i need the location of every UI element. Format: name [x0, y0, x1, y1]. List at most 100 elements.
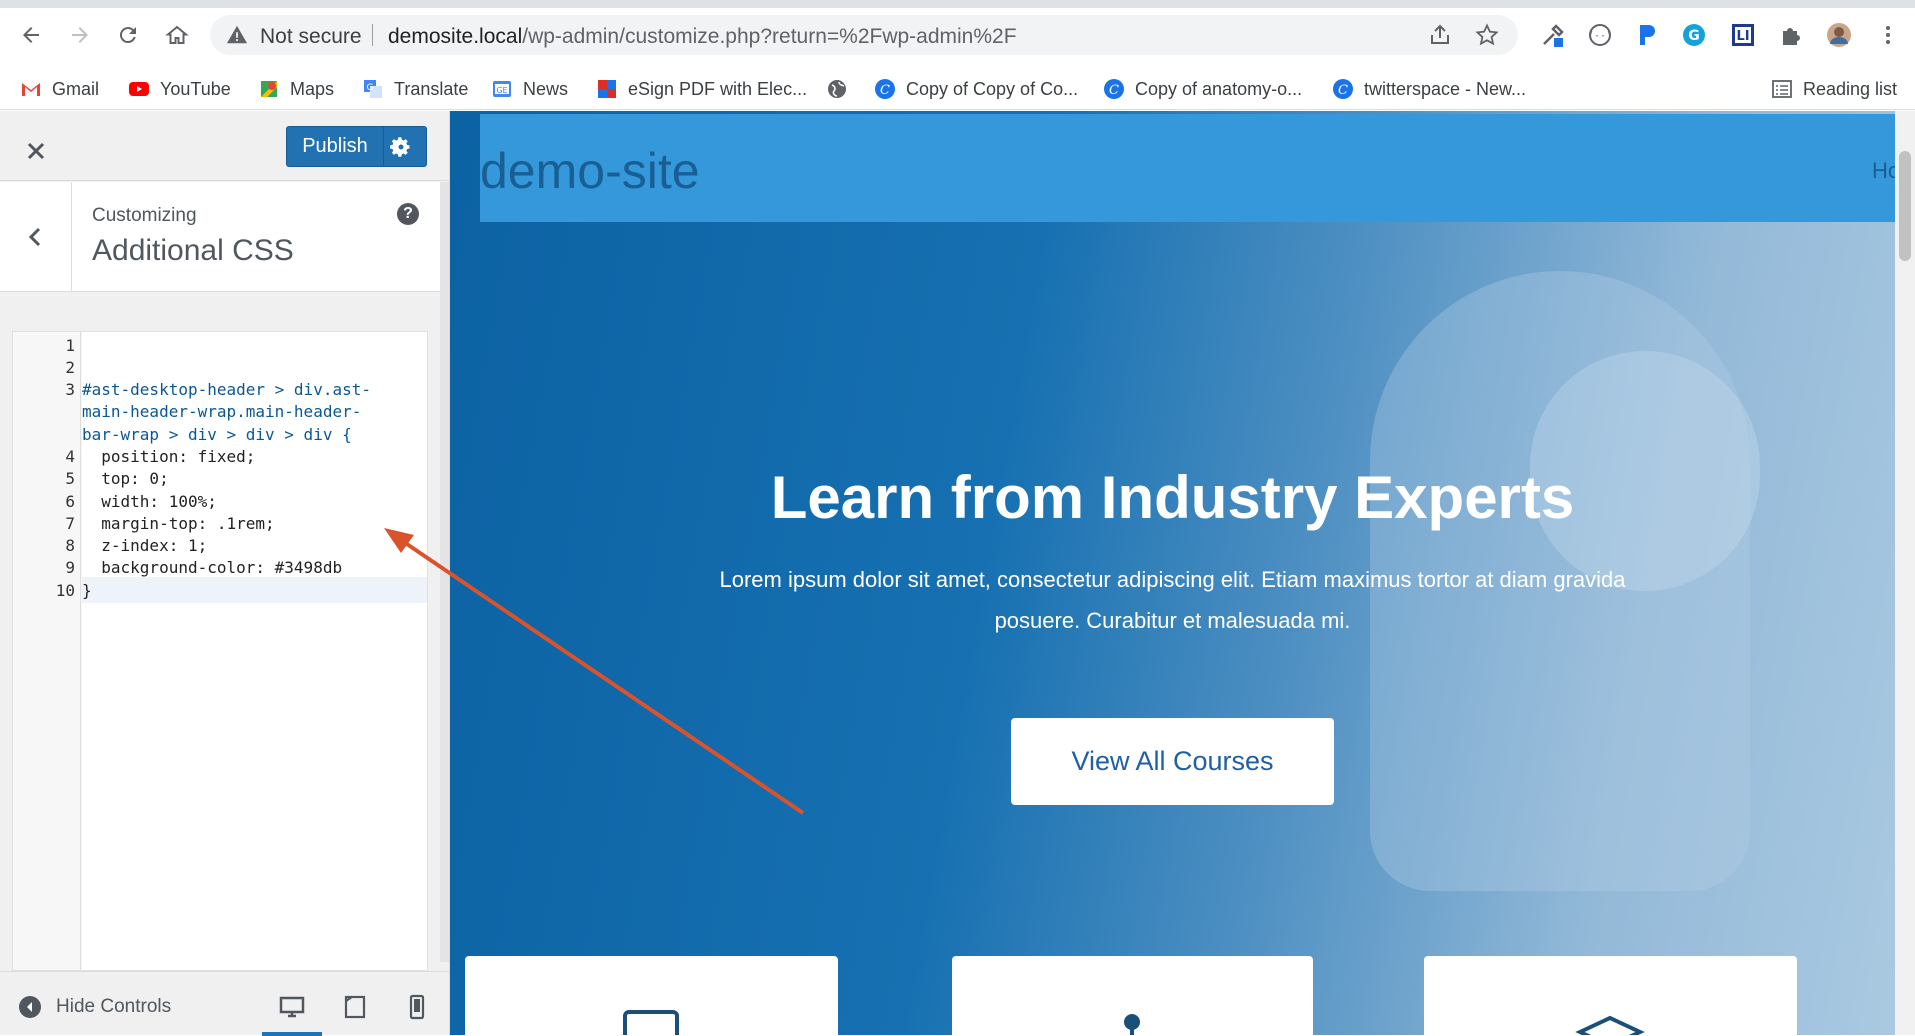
grammarly-icon[interactable]: G	[1681, 22, 1707, 48]
browser-menu-icon[interactable]	[1875, 22, 1901, 48]
feature-card[interactable]	[952, 956, 1313, 1035]
gear-icon[interactable]	[389, 135, 413, 159]
line-number: 2	[65, 358, 75, 377]
scrollbar-thumb[interactable]	[1899, 151, 1911, 261]
profile-avatar[interactable]	[1826, 22, 1852, 48]
maps-icon	[258, 78, 280, 100]
site-title[interactable]: demo-site	[480, 142, 700, 200]
bookmark-gmail[interactable]: Gmail	[20, 76, 99, 102]
p-extension-icon[interactable]	[1634, 22, 1660, 48]
bookmark-maps[interactable]: Maps	[258, 76, 334, 102]
address-bar[interactable]: Not secure demosite.local/wp-admin/custo…	[210, 15, 1518, 55]
bookmark-label: Copy of Copy of Co...	[906, 78, 1079, 99]
code-line-declaration: margin-top: .1rem;	[82, 514, 275, 533]
sidebar-scrollbar[interactable]	[440, 182, 449, 962]
section-header: Customizing Additional CSS ?	[0, 182, 440, 292]
youtube-icon	[128, 78, 150, 100]
line-number: 7	[65, 514, 75, 533]
bookmark-label: Copy of anatomy-o...	[1135, 78, 1303, 99]
line-number: 1	[65, 336, 75, 355]
svg-text:C: C	[1109, 83, 1119, 98]
publish-button[interactable]: Publish	[287, 127, 383, 166]
hero-title: Learn from Industry Experts	[770, 464, 1575, 531]
code-line-selector: bar-wrap > div > div > div {	[82, 425, 352, 444]
svg-text:G: G	[1688, 28, 1700, 44]
hide-controls-button[interactable]: Hide Controls	[18, 994, 171, 1020]
nav-home-link[interactable]: Home	[1872, 158, 1895, 184]
code-line-declaration: width: 100%;	[82, 492, 217, 511]
bookmark-twitterspace[interactable]: C twitterspace - New...	[1332, 76, 1526, 102]
eyedropper-extension-icon[interactable]	[1540, 22, 1566, 48]
bookmark-label: twitterspace - New...	[1364, 78, 1527, 99]
browser-toolbar: Not secure demosite.local/wp-admin/custo…	[0, 0, 1915, 68]
site-header-bar: demo-site Home	[480, 114, 1895, 222]
bookmark-youtube[interactable]: YouTube	[128, 76, 231, 102]
bookmark-star-icon[interactable]	[1475, 23, 1499, 47]
bookmark-label: YouTube	[160, 78, 231, 99]
back-arrow-icon	[23, 27, 39, 43]
forward-button[interactable]	[63, 18, 97, 52]
security-label: Not secure	[260, 25, 362, 48]
reload-icon	[119, 27, 136, 44]
bookmarks-bar: Gmail YouTube Maps G Translate GE News e…	[0, 68, 1915, 110]
back-to-panel-button[interactable]	[0, 182, 72, 292]
bookmark-news[interactable]: GE News	[491, 76, 568, 102]
line-number: 8	[65, 536, 75, 555]
bookmark-globe[interactable]	[826, 76, 848, 102]
mobile-icon	[409, 994, 425, 1020]
warning-triangle-icon	[226, 25, 248, 44]
bookmark-label: News	[523, 78, 569, 99]
address-separator	[372, 24, 373, 46]
svg-text:GE: GE	[496, 86, 507, 95]
share-icon[interactable]	[1428, 23, 1452, 47]
forward-arrow-icon	[72, 27, 88, 43]
pin-icon	[1124, 1014, 1140, 1035]
publish-button-group: Publish	[286, 126, 427, 167]
code-area[interactable]: #ast-desktop-header > div.ast- main-head…	[82, 332, 427, 970]
bookmark-copy-of-copy[interactable]: C Copy of Copy of Co...	[874, 76, 1078, 102]
desktop-preview-button[interactable]	[277, 992, 307, 1022]
svg-text:G: G	[367, 83, 374, 93]
desktop-icon	[279, 996, 305, 1018]
bookmark-esign[interactable]: eSign PDF with Elec...	[596, 76, 807, 102]
code-extension-icon[interactable]: (··)	[1587, 22, 1613, 48]
esign-icon	[596, 78, 618, 100]
chevron-left-icon	[28, 227, 40, 247]
line-number: 4	[65, 447, 75, 466]
code-line-selector: main-header-wrap.main-header-	[82, 402, 362, 421]
css-code-editor[interactable]: 1 2 3 4 5 6 7 8 9 10 #ast-desktop-header…	[12, 331, 428, 971]
extensions-puzzle-icon[interactable]	[1778, 22, 1804, 48]
customizer-header: Publish	[0, 111, 449, 181]
publish-divider	[383, 127, 384, 166]
preview-scrollbar[interactable]	[1895, 111, 1915, 1035]
url-text: demosite.local/wp-admin/customize.php?re…	[388, 25, 1017, 49]
bookmark-label: Gmail	[52, 78, 100, 99]
li-extension-icon[interactable]: LI	[1730, 22, 1756, 48]
code-line-closing-brace: }	[82, 581, 92, 600]
code-line-declaration: top: 0;	[82, 469, 169, 488]
line-number: 10	[55, 581, 75, 600]
hide-controls-label: Hide Controls	[56, 996, 172, 1017]
feature-card[interactable]	[465, 956, 838, 1035]
feature-card[interactable]	[1424, 956, 1797, 1035]
svg-text:C: C	[880, 83, 890, 98]
reload-button[interactable]	[111, 18, 145, 52]
url-path: /wp-admin/customize.php?return=%2Fwp-adm…	[522, 25, 1017, 48]
bookmark-translate[interactable]: G Translate	[362, 76, 468, 102]
mobile-preview-button[interactable]	[402, 992, 432, 1022]
code-line-declaration: background-color: #3498db	[82, 558, 343, 577]
bookmark-copy-of-anatomy[interactable]: C Copy of anatomy-o...	[1103, 76, 1302, 102]
code-line-declaration: z-index: 1;	[82, 536, 208, 555]
reading-list-button[interactable]: Reading list	[1771, 76, 1897, 102]
line-number: 9	[65, 558, 75, 577]
line-number-gutter: 1 2 3 4 5 6 7 8 9 10	[13, 332, 81, 970]
back-button[interactable]	[14, 18, 48, 52]
help-icon[interactable]: ?	[397, 203, 419, 225]
svg-text:LI: LI	[1736, 29, 1749, 44]
c-icon: C	[874, 78, 896, 100]
close-icon[interactable]	[18, 133, 54, 169]
view-all-courses-button[interactable]: View All Courses	[1011, 718, 1334, 805]
tablet-preview-button[interactable]	[340, 992, 370, 1022]
home-button[interactable]	[160, 18, 194, 52]
news-icon: GE	[491, 78, 513, 100]
